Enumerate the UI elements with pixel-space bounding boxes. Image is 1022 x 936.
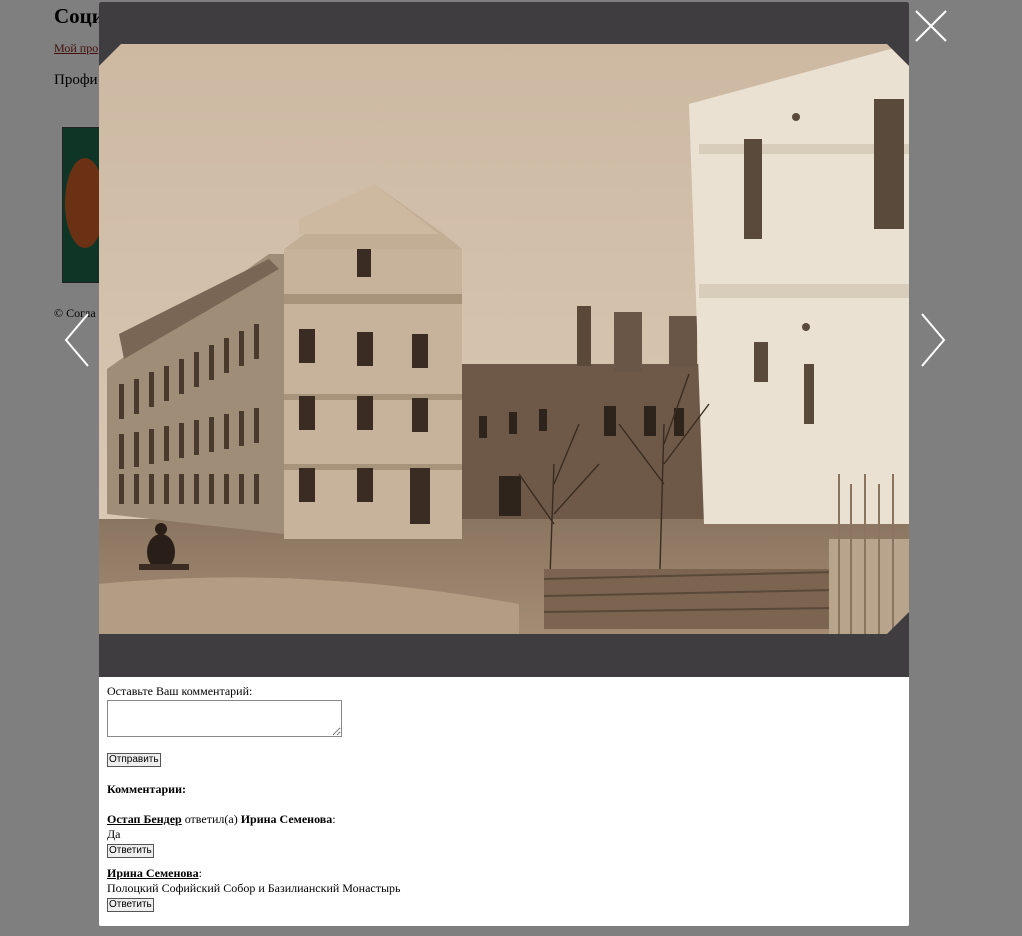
comment-text: Да [107, 827, 121, 841]
reply-button[interactable]: Ответить [107, 898, 154, 912]
reply-button[interactable]: Ответить [107, 844, 154, 858]
chevron-left-icon[interactable] [62, 312, 92, 368]
reply-target: Ирина Семенова [240, 812, 333, 826]
close-icon[interactable] [913, 8, 949, 44]
comment-text: Полоцкий Софийский Собор и Базилианский … [107, 881, 401, 895]
photo-frame [99, 2, 909, 677]
send-button[interactable]: Отправить [107, 753, 161, 767]
photo [99, 44, 909, 634]
comment-author-link[interactable]: Остап Бендер [107, 812, 182, 826]
chevron-right-icon[interactable] [918, 312, 948, 368]
comments-section: Оставьте Ваш комментарий: Отправить Комм… [107, 684, 897, 912]
comment-item: Ирина Семенова: Полоцкий Софийский Собор… [107, 866, 401, 912]
comments-heading: Комментарии: [107, 782, 187, 796]
replied-text: ответил(а) [181, 812, 241, 826]
comment-textarea[interactable] [107, 700, 342, 737]
comment-colon: : [198, 866, 202, 880]
comment-label: Оставьте Ваш комментарий: [107, 684, 253, 698]
comment-author-link[interactable]: Ирина Семенова [107, 866, 199, 880]
comment-item: Остап Бендер ответил(а) Ирина Семенова: … [107, 812, 336, 858]
comment-colon: : [332, 812, 336, 826]
photo-lightbox: Оставьте Ваш комментарий: Отправить Комм… [99, 2, 909, 926]
